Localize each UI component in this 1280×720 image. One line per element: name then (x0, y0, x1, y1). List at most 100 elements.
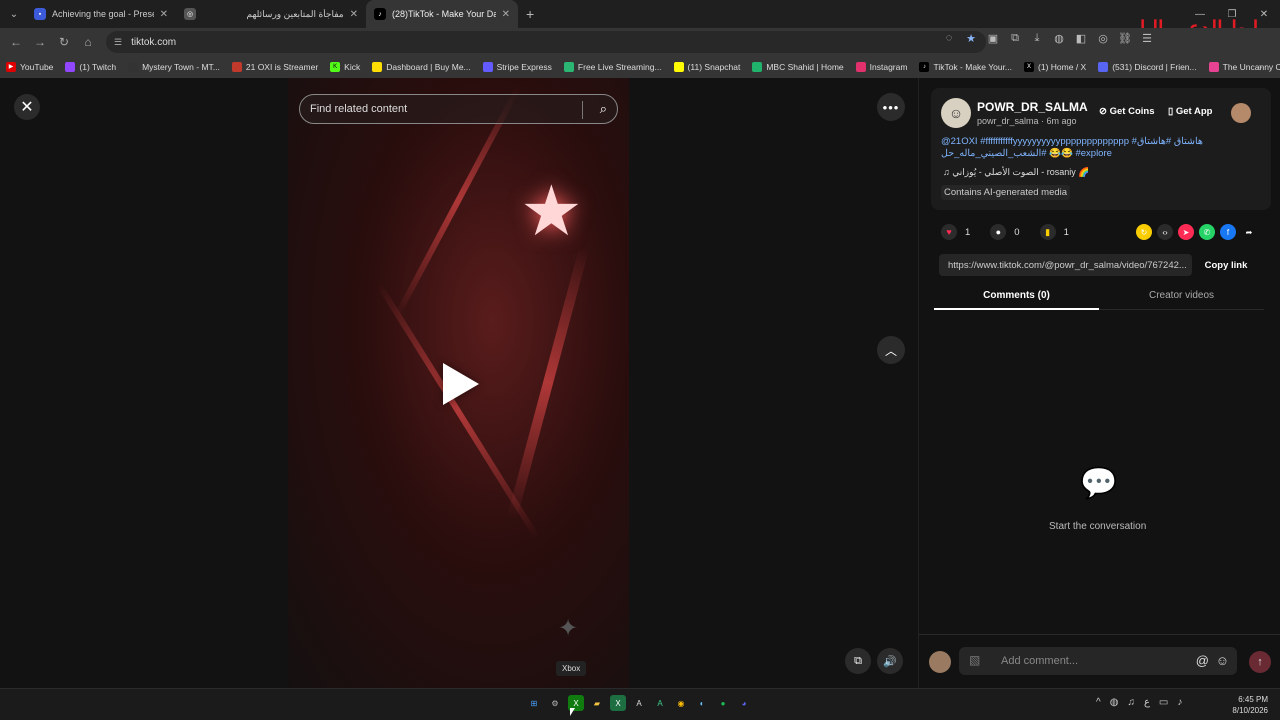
reload-icon[interactable]: ↻ (52, 35, 76, 49)
emoji-icon[interactable]: ☺ (1216, 653, 1229, 668)
bookmark-uncanny[interactable]: The Uncanny Count... (1208, 62, 1280, 72)
mystery-town-icon (128, 62, 139, 72)
bookmark-streaming[interactable]: Free Live Streaming... (563, 62, 662, 72)
bookmark-kick[interactable]: K Kick (330, 62, 360, 72)
bookmark-snapchat[interactable]: (11) Snapchat (673, 62, 740, 72)
tab-creator-videos[interactable]: Creator videos (1099, 290, 1264, 301)
windows-start-icon[interactable]: ⊞ (526, 695, 542, 711)
excel-icon[interactable]: X (610, 695, 626, 711)
search-placeholder: Find related content (310, 103, 408, 115)
settings-icon[interactable]: ⚙ (547, 695, 563, 711)
send-icon[interactable]: ➤ (1178, 224, 1194, 240)
bookmark-label: Dashboard | Buy Me... (386, 62, 471, 72)
bookmarks-more-button[interactable]: » (1256, 62, 1262, 73)
share-arrow-icon[interactable]: ➦ (1241, 224, 1257, 240)
music-credit[interactable]: ♫ الصوت الأصلي - يُوزاني - rosaniy 🌈 (943, 167, 1089, 178)
site-info-icon[interactable]: ☰ (114, 37, 122, 48)
tab-comments[interactable]: Comments (0) (934, 290, 1099, 310)
search-icon[interactable]: ⌕ (600, 101, 607, 117)
save-stat[interactable]: ▮ 1 (1039, 224, 1069, 240)
extension-icon[interactable]: ◎ (1092, 32, 1114, 45)
like-stat[interactable]: ♥ 1 (941, 224, 970, 240)
more-options-button[interactable]: ••• (877, 93, 905, 121)
tab-blank[interactable]: ◎ (176, 0, 216, 28)
back-icon[interactable]: ← (4, 35, 28, 49)
chrome-icon[interactable]: ◉ (673, 695, 689, 711)
bookmark-shahid[interactable]: MBC Shahid | Home (752, 62, 844, 72)
close-tab-icon[interactable]: ✕ (160, 9, 168, 20)
discord-icon[interactable]: ◕ (736, 695, 752, 711)
embed-icon[interactable]: ‹› (1157, 224, 1173, 240)
bookmark-discord[interactable]: (531) Discord | Frien... (1098, 62, 1197, 72)
bookmark-stripe[interactable]: Stripe Express (482, 62, 552, 72)
extension-icon[interactable]: ◧ (1070, 32, 1092, 45)
new-tab-button[interactable]: + (526, 6, 534, 22)
mention-icon[interactable]: @ (1196, 653, 1209, 668)
spotify-icon[interactable]: ● (715, 695, 731, 711)
network-icon[interactable]: ▭ (1159, 697, 1168, 708)
play-icon[interactable] (443, 363, 479, 405)
comment-stat[interactable]: ● 0 (990, 224, 1020, 240)
font-icon[interactable]: A (631, 695, 647, 711)
close-tab-icon[interactable]: ✕ (502, 9, 510, 20)
previous-video-button[interactable]: ︿ (877, 336, 905, 364)
chevron-up-icon[interactable]: ^ (1096, 697, 1101, 708)
volume-icon[interactable]: 🔊 (877, 648, 903, 674)
extension-icon[interactable]: ◍ (1048, 32, 1070, 45)
windows-taskbar: ⊞ ⚙ X ▰ X A A ◉ ◐ ● ◕ ^ ◍ ♫ ع ▭ ♪ 6:45 P… (0, 688, 1280, 720)
tray-app-icon[interactable]: ◍ (1110, 697, 1119, 708)
volume-icon[interactable]: ♪ (1177, 697, 1182, 708)
extension-icon[interactable]: ▣ (982, 32, 1004, 45)
get-app-button[interactable]: ▯ Get App (1168, 106, 1212, 117)
eye-off-icon[interactable]: ◌ (938, 32, 960, 45)
comment-input[interactable]: ▧ Add comment... @ ☺ (959, 647, 1237, 675)
download-icon[interactable]: ⤓ (1026, 32, 1048, 45)
repost-icon[interactable]: ↻ (1136, 224, 1152, 240)
taskbar-clock[interactable]: 6:45 PM 8/10/2026 (1222, 694, 1268, 716)
forward-icon[interactable]: → (28, 35, 52, 49)
bookmark-tiktok[interactable]: ♪ TikTok - Make Your... (919, 62, 1012, 72)
menu-icon[interactable]: ☰ (1136, 32, 1158, 45)
get-coins-button[interactable]: ⊘ Get Coins (1099, 106, 1154, 117)
steam-icon[interactable]: ◐ (694, 695, 710, 711)
bookmark-youtube[interactable]: ▶ YouTube (6, 62, 53, 72)
heart-icon: ♥ (941, 224, 957, 240)
bookmark-21oxi[interactable]: 21 OXI is Streamer (231, 62, 318, 72)
microphone-icon[interactable]: ♫ (1127, 697, 1135, 708)
language-indicator[interactable]: ع (1144, 697, 1150, 708)
tab-search-button[interactable]: ⌄ (2, 4, 26, 24)
related-search-input[interactable]: Find related content ⌕ (299, 94, 618, 124)
close-tab-icon[interactable]: ✕ (350, 9, 358, 20)
taskbar-apps: ⊞ ⚙ X ▰ X A A ◉ ◐ ● ◕ (526, 695, 752, 711)
avatar[interactable]: ☺ (941, 98, 971, 128)
tab-tiktok[interactable]: ♪ (28)TikTok - Make Your Day ✕ (366, 0, 518, 28)
profile-avatar[interactable] (1231, 103, 1251, 123)
tab-presentation[interactable]: ▪ Achieving the goal - Presentatio ✕ (26, 0, 176, 28)
coffee-icon (372, 62, 383, 72)
facebook-icon[interactable]: f (1220, 224, 1236, 240)
folder-icon[interactable]: ▰ (589, 695, 605, 711)
app-icon[interactable]: A (652, 695, 668, 711)
bookmark-buymeacoffee[interactable]: Dashboard | Buy Me... (372, 62, 471, 72)
url-bar[interactable]: ☰ tiktok.com (106, 31, 986, 53)
bookmark-x[interactable]: X (1) Home / X (1024, 62, 1086, 72)
image-icon[interactable]: ▧ (969, 653, 980, 667)
bookmark-mystery-town[interactable]: Mystery Town - MT... (128, 62, 220, 72)
video-player[interactable]: ★ Find related content ⌕ ✦ Xbox (288, 78, 629, 688)
tab-arabic[interactable]: مفاجأة المتابعين ورسائلهم ✕ (216, 0, 366, 28)
close-icon[interactable]: ✕ (14, 94, 40, 120)
bookmark-instagram[interactable]: Instagram (855, 62, 907, 72)
creator-username[interactable]: POWR_DR_SALMA (977, 100, 1088, 114)
get-app-label: Get App (1175, 106, 1213, 117)
home-icon[interactable]: ⌂ (76, 35, 100, 49)
video-link[interactable]: https://www.tiktok.com/@powr_dr_salma/vi… (939, 254, 1192, 276)
oxi-icon (231, 62, 242, 72)
bookmark-twitch[interactable]: (1) Twitch (65, 62, 116, 72)
whatsapp-icon[interactable]: ✆ (1199, 224, 1215, 240)
pip-icon[interactable]: ⧉ (845, 648, 871, 674)
bookmark-star-icon[interactable]: ★ (960, 32, 982, 45)
copy-link-button[interactable]: Copy link (1198, 254, 1254, 276)
link-icon[interactable]: ⛓ (1114, 32, 1136, 45)
puzzle-icon[interactable]: ⧉ (1004, 32, 1026, 45)
send-comment-button[interactable]: ↑ (1249, 651, 1271, 673)
